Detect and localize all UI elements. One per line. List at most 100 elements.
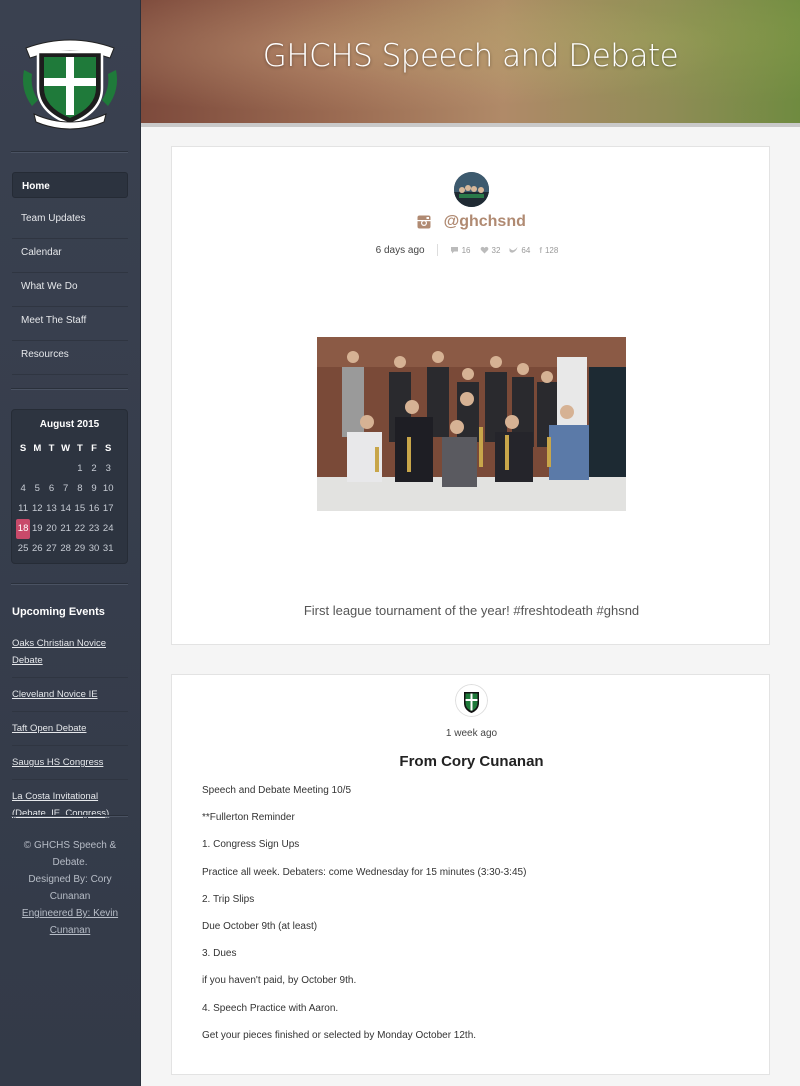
comment-icon	[450, 247, 458, 254]
calendar-day[interactable]: 12	[30, 499, 44, 519]
calendar-widget: August 2015 S M T W T F S 1 2 3 4 5 6 7 8 9 10 11 12 13 14 15…	[11, 409, 128, 564]
event-link[interactable]: La Costa Invitational (Debate, IE, Congr…	[12, 787, 128, 830]
calendar-weekday-row: SMTWTFS	[16, 439, 126, 459]
divider	[11, 815, 128, 817]
calendar-day[interactable]: 3	[101, 459, 115, 479]
calendar-weekday: W	[61, 443, 71, 454]
heart-icon	[480, 246, 488, 254]
post-line: 1. Congress Sign Ups	[202, 839, 300, 851]
calendar-day[interactable]: 21	[59, 519, 73, 539]
calendar-day	[44, 459, 58, 479]
calendar-day[interactable]: 2	[87, 459, 101, 479]
nav-item-team-updates[interactable]: Team Updates	[12, 205, 128, 239]
author-avatar[interactable]	[455, 684, 488, 717]
post-line: Get your pieces finished or selected by …	[202, 1029, 477, 1041]
nav-item-home[interactable]: Home	[12, 172, 128, 198]
post-line: 3. Dues	[202, 948, 237, 960]
main-nav: Home Team Updates Calendar What We Do Me…	[12, 172, 128, 375]
school-crest-logo[interactable]	[18, 30, 122, 130]
post-timestamp: 1 week ago	[445, 728, 498, 739]
designer-credit: Designed By: Cory Cunanan	[28, 874, 112, 902]
calendar-week-row: 25 26 27 28 29 30 31	[16, 539, 126, 559]
post-line: **Fullerton Reminder	[202, 812, 295, 824]
comment-count: 16	[461, 245, 471, 255]
site-title: GHCHS Speech and Debate	[262, 38, 679, 74]
event-link[interactable]: Saugus HS Congress	[12, 753, 128, 780]
hero-header: GHCHS Speech and Debate	[141, 0, 800, 127]
calendar-day[interactable]: 24	[101, 519, 115, 539]
post-photo[interactable]	[317, 337, 626, 511]
post-meta: 6 days ago 16 32 64 f 128	[172, 244, 771, 256]
calendar-day[interactable]: 4	[16, 479, 30, 499]
avatar[interactable]	[454, 172, 489, 207]
calendar-day[interactable]: 6	[44, 479, 58, 499]
calendar-day[interactable]: 26	[30, 539, 44, 559]
calendar-day[interactable]: 22	[73, 519, 87, 539]
calendar-day[interactable]: 9	[87, 479, 101, 499]
bird-icon	[509, 247, 518, 253]
calendar-day[interactable]: 31	[101, 539, 115, 559]
calendar-day	[30, 459, 44, 479]
nav-item-meet-the-staff[interactable]: Meet The Staff	[12, 307, 128, 341]
calendar-day[interactable]: 10	[101, 479, 115, 499]
comment-stat[interactable]: 16	[450, 246, 471, 255]
nav-item-what-we-do[interactable]: What We Do	[12, 273, 128, 307]
instagram-icon[interactable]	[417, 215, 431, 229]
post-line: Due October 9th (at least)	[202, 920, 318, 932]
calendar-day[interactable]: 13	[44, 499, 58, 519]
text-post-card: 1 week ago From Cory Cunanan Speech and …	[171, 674, 770, 1075]
calendar-weekday: F	[91, 443, 97, 454]
calendar-day-today[interactable]: 18	[16, 519, 31, 539]
calendar-day[interactable]: 19	[30, 519, 44, 539]
calendar-day[interactable]: 29	[73, 539, 87, 559]
calendar-day[interactable]: 20	[44, 519, 58, 539]
share-count: 64	[521, 245, 531, 255]
events-list: Oaks Christian Novice Debate Cleveland N…	[12, 634, 128, 837]
post-line: Practice all week. Debaters: come Wednes…	[202, 866, 527, 878]
nav-item-calendar[interactable]: Calendar	[12, 239, 128, 273]
event-link[interactable]: Cleveland Novice IE	[12, 685, 128, 712]
calendar-weekday: T	[76, 443, 83, 454]
post-line: 2. Trip Slips	[202, 893, 255, 905]
post-line: Speech and Debate Meeting 10/5	[202, 785, 351, 796]
like-count: 32	[491, 245, 501, 255]
nav-item-resources[interactable]: Resources	[12, 341, 128, 375]
post-caption: First league tournament of the year! #fr…	[303, 603, 640, 618]
calendar-day[interactable]: 23	[87, 519, 101, 539]
sidebar-footer: © GHCHS Speech & Debate. Designed By: Co…	[12, 837, 128, 939]
calendar-day[interactable]: 7	[59, 479, 73, 499]
divider	[436, 244, 438, 256]
event-link[interactable]: Taft Open Debate	[12, 719, 128, 746]
calendar-day[interactable]: 5	[30, 479, 44, 499]
divider	[11, 583, 128, 585]
post-line: if you haven't paid, by October 9th.	[202, 975, 357, 987]
calendar-day[interactable]: 1	[73, 459, 87, 479]
calendar-day	[59, 459, 73, 479]
calendar-day[interactable]: 30	[87, 539, 101, 559]
instagram-handle-link[interactable]: @ghchsnd	[444, 213, 526, 230]
calendar-day[interactable]: 16	[87, 499, 101, 519]
share-stat[interactable]: 64	[509, 246, 530, 255]
post-source-row: @ghchsnd	[172, 213, 771, 231]
calendar-day[interactable]: 8	[73, 479, 87, 499]
calendar-week-row: 4 5 6 7 8 9 10	[16, 479, 126, 499]
calendar-day[interactable]: 17	[101, 499, 115, 519]
calendar-day[interactable]: 28	[59, 539, 73, 559]
facebook-stat[interactable]: f 128	[539, 246, 558, 255]
event-link[interactable]: Oaks Christian Novice Debate	[12, 634, 128, 678]
calendar-day[interactable]: 11	[16, 499, 30, 519]
instagram-post-card: @ghchsnd 6 days ago 16 32 64 f 128 First…	[171, 146, 770, 645]
like-stat[interactable]: 32	[480, 245, 501, 255]
calendar-day[interactable]: 15	[73, 499, 87, 519]
post-line: 4. Speech Practice with Aaron.	[202, 1002, 339, 1014]
calendar-day[interactable]: 14	[59, 499, 73, 519]
calendar-day[interactable]: 25	[16, 539, 30, 559]
calendar-weekday: S	[19, 443, 27, 454]
post-body: Speech and Debate Meeting 10/5 **Fullert…	[202, 785, 742, 1057]
calendar-week-row: 123	[16, 459, 126, 479]
calendar-day[interactable]: 27	[44, 539, 58, 559]
calendar-day	[16, 459, 30, 479]
copyright-text: © GHCHS Speech & Debate.	[23, 840, 117, 868]
engineer-credit-link[interactable]: Engineered By: Kevin Cunanan	[12, 905, 128, 939]
facebook-icon: f	[539, 245, 542, 255]
